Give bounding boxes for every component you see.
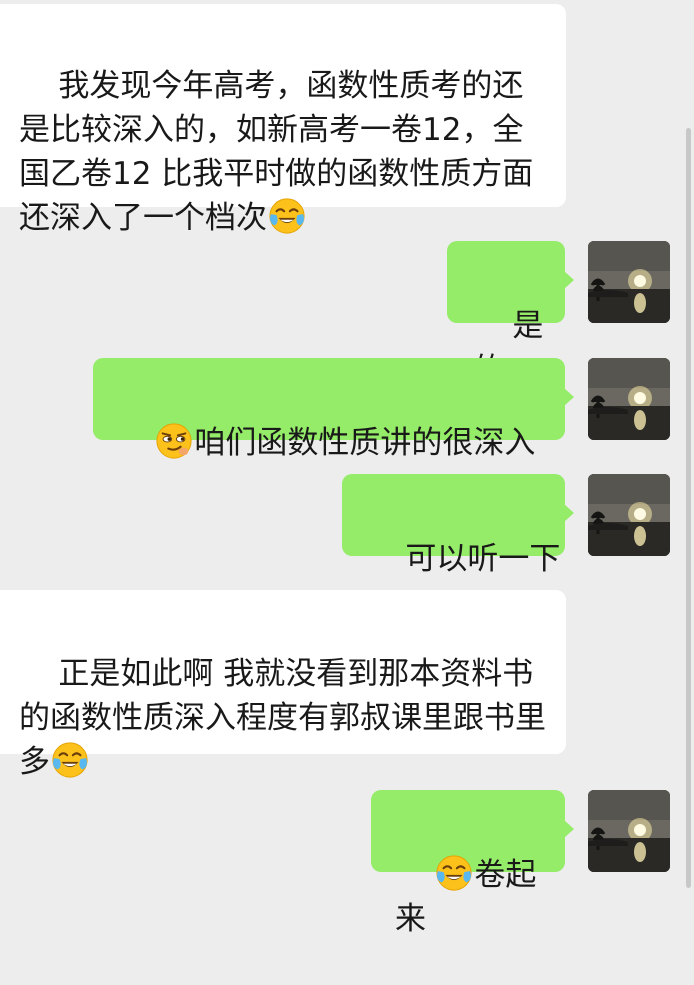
received-message-bubble[interactable]: 我发现今年高考，函数性质考的还是比较深入的，如新高考一卷12，全国乙卷12 比我… — [0, 4, 566, 236]
user-avatar[interactable] — [588, 358, 670, 440]
smirk-emoji-icon — [155, 422, 193, 460]
crying-laughing-emoji-icon — [435, 854, 473, 892]
sunset-avatar-image — [588, 241, 670, 323]
sunset-avatar-image — [588, 358, 670, 440]
received-message-bubble[interactable]: 正是如此啊 我就没看到那本资料书的函数性质深入程度有郭叔课里跟书里多 — [0, 590, 566, 780]
user-avatar[interactable] — [588, 474, 670, 556]
sent-message-bubble[interactable]: 卷起来 — [371, 790, 574, 937]
chat-message-list[interactable]: 我发现今年高考，函数性质考的还是比较深入的，如新高考一卷12，全国乙卷12 比我… — [0, 0, 694, 937]
sent-message-bubble[interactable]: 是的 — [447, 241, 574, 388]
user-avatar[interactable] — [588, 790, 670, 872]
scrollbar[interactable] — [686, 128, 691, 888]
sunset-avatar-image — [588, 474, 670, 556]
crying-laughing-emoji-icon — [268, 197, 306, 235]
sunset-avatar-image — [588, 790, 670, 872]
crying-laughing-emoji-icon — [51, 741, 89, 779]
message-text: 正是如此啊 我就没看到那本资料书的函数性质深入程度有郭叔课里跟书里多 — [19, 656, 546, 780]
message-text: 可以听一下 — [405, 541, 561, 577]
message-text: 咱们函数性质讲的很深入 — [194, 425, 536, 461]
sent-message-bubble[interactable]: 咱们函数性质讲的很深入 — [93, 358, 574, 461]
user-avatar[interactable] — [588, 241, 670, 323]
sent-message-bubble[interactable]: 可以听一下 — [342, 474, 574, 577]
